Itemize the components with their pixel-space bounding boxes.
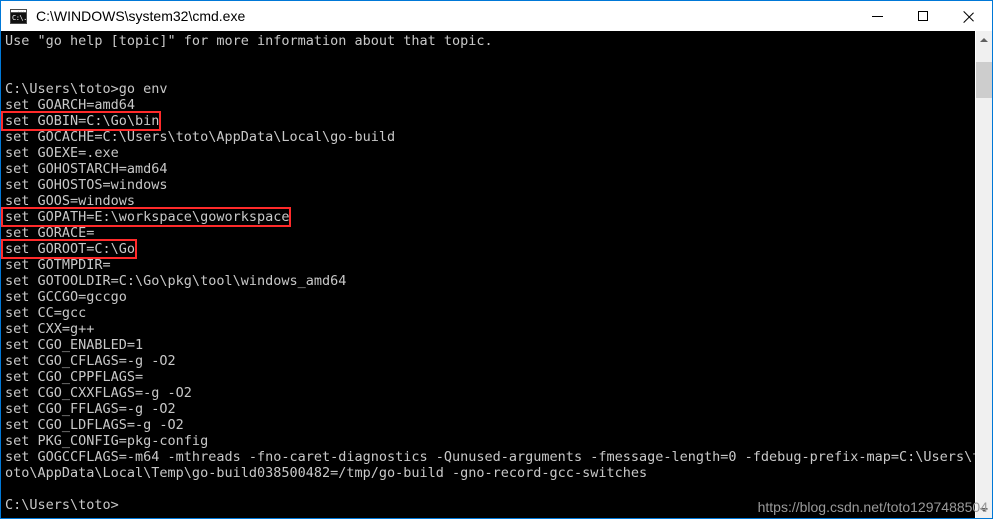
console-line: set CXX=g++ xyxy=(5,321,95,337)
cmd-window: ··· C:\. C:\WINDOWS\system32\cmd.exe Use… xyxy=(0,0,993,519)
window-controls xyxy=(854,1,992,31)
console-line: set CGO_ENABLED=1 xyxy=(5,337,144,353)
close-button[interactable] xyxy=(946,1,992,31)
console-line-highlighted: set GOBIN=C:\Go\bin xyxy=(1,111,162,131)
console-line: set GCCGO=gccgo xyxy=(5,289,127,305)
console-line: set CGO_LDFLAGS=-g -O2 xyxy=(5,417,184,433)
maximize-icon xyxy=(918,11,928,21)
console-line: set GOHOSTARCH=amd64 xyxy=(5,161,168,177)
minimize-icon xyxy=(871,15,883,17)
console-line: C:\Users\toto> xyxy=(5,497,119,513)
console-line: set GOTMPDIR= xyxy=(5,257,111,273)
chevron-up-icon xyxy=(980,37,988,42)
scroll-up-button[interactable] xyxy=(976,31,992,48)
minimize-button[interactable] xyxy=(854,1,900,31)
cmd-icon: ··· C:\. xyxy=(10,8,27,24)
console-line: set CGO_CFLAGS=-g -O2 xyxy=(5,353,176,369)
console-line: C:\Users\toto>go env xyxy=(5,81,168,97)
console-area: Use "go help [topic]" for more informati… xyxy=(1,31,992,518)
console-line: set GOOS=windows xyxy=(5,193,136,209)
console-output[interactable]: Use "go help [topic]" for more informati… xyxy=(1,31,975,518)
maximize-button[interactable] xyxy=(900,1,946,31)
console-line: set GOARCH=amd64 xyxy=(5,97,136,113)
close-icon xyxy=(963,10,975,22)
console-line: set GOCACHE=C:\Users\toto\AppData\Local\… xyxy=(5,129,396,145)
console-line: Use "go help [topic]" for more informati… xyxy=(5,33,493,49)
title-bar-left: ··· C:\. C:\WINDOWS\system32\cmd.exe xyxy=(1,1,854,31)
console-line: set GORACE= xyxy=(5,225,95,241)
console-line: set GOEXE=.exe xyxy=(5,145,119,161)
console-line-highlighted: set GOPATH=E:\workspace\goworkspace xyxy=(1,207,292,227)
console-line-highlighted: set GOROOT=C:\Go xyxy=(1,239,138,259)
console-line: oto\AppData\Local\Temp\go-build038500482… xyxy=(5,465,648,481)
title-bar[interactable]: ··· C:\. C:\WINDOWS\system32\cmd.exe xyxy=(1,1,992,31)
console-line: set CGO_FFLAGS=-g -O2 xyxy=(5,401,176,417)
console-line: set CGO_CPPFLAGS= xyxy=(5,369,144,385)
console-line: set CGO_CXXFLAGS=-g -O2 xyxy=(5,385,192,401)
scrollbar-track[interactable] xyxy=(976,48,992,501)
console-line: set GOGCCFLAGS=-m64 -mthreads -fno-caret… xyxy=(5,449,975,465)
console-line: set PKG_CONFIG=pkg-config xyxy=(5,433,209,449)
window-title: C:\WINDOWS\system32\cmd.exe xyxy=(36,8,246,24)
scrollbar-thumb[interactable] xyxy=(976,61,992,98)
console-line: set GOHOSTOS=windows xyxy=(5,177,168,193)
console-line: set GOTOOLDIR=C:\Go\pkg\tool\windows_amd… xyxy=(5,273,347,289)
watermark-url: https://blog.csdn.net/toto1297488504 xyxy=(757,499,988,515)
console-scrollbar[interactable] xyxy=(975,31,992,518)
console-line: set CC=gcc xyxy=(5,305,87,321)
